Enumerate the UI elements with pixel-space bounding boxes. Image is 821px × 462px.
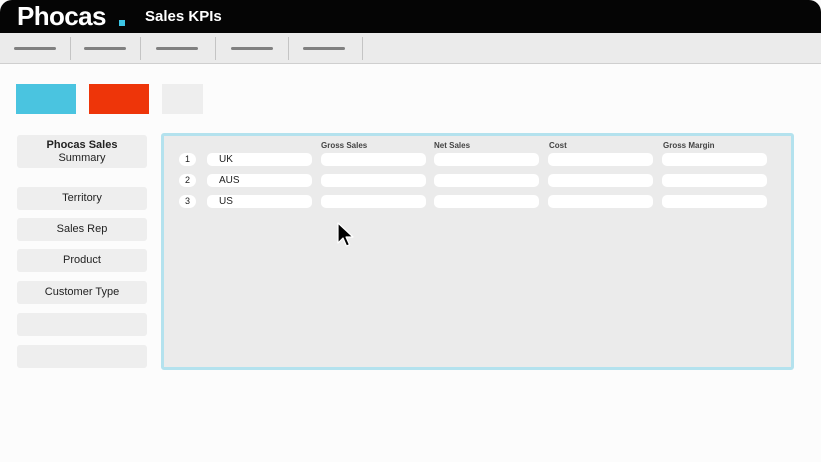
table-cell[interactable] bbox=[321, 195, 426, 208]
menu-item-5[interactable] bbox=[289, 37, 363, 60]
table-cell[interactable] bbox=[662, 195, 767, 208]
table-cell[interactable] bbox=[662, 153, 767, 166]
menu-placeholder-line bbox=[84, 47, 126, 50]
sidebar-item-sales-summary[interactable]: Phocas Sales Summary bbox=[17, 135, 147, 168]
sidebar-item-empty[interactable] bbox=[17, 345, 147, 368]
data-grid-panel bbox=[161, 133, 794, 370]
phocas-logo[interactable]: Phocas bbox=[17, 1, 106, 31]
table-cell[interactable] bbox=[321, 153, 426, 166]
menu-item-4[interactable] bbox=[216, 37, 289, 60]
column-header: Net Sales bbox=[434, 141, 471, 150]
mouse-pointer-icon bbox=[337, 222, 354, 247]
table-cell[interactable] bbox=[548, 153, 653, 166]
table-cell[interactable] bbox=[548, 174, 653, 187]
logo-dot-icon bbox=[119, 20, 125, 26]
menu-placeholder-line bbox=[231, 47, 273, 50]
menu-item-2[interactable] bbox=[71, 37, 141, 60]
row-label[interactable]: UK bbox=[207, 153, 312, 166]
column-header: Gross Margin bbox=[663, 141, 715, 150]
kpi-tile-red[interactable] bbox=[89, 84, 149, 114]
top-bar: Phocas Sales KPIs bbox=[0, 0, 821, 33]
menu-item-1[interactable] bbox=[0, 37, 71, 60]
sidebar-item-sublabel: Summary bbox=[58, 152, 106, 164]
row-number: 3 bbox=[179, 195, 196, 208]
row-number: 1 bbox=[179, 153, 196, 166]
menu-placeholder-line bbox=[14, 47, 56, 50]
column-header: Cost bbox=[549, 141, 567, 150]
row-label[interactable]: AUS bbox=[207, 174, 312, 187]
sidebar-item-sales-rep[interactable]: Sales Rep bbox=[17, 218, 147, 241]
sidebar-item-territory[interactable]: Territory bbox=[17, 187, 147, 210]
sidebar-item-empty[interactable] bbox=[17, 313, 147, 336]
menu-placeholder-line bbox=[156, 47, 198, 50]
kpi-tile-blue[interactable] bbox=[16, 84, 76, 114]
sidebar-item-label: Phocas Sales bbox=[46, 139, 118, 151]
table-cell[interactable] bbox=[434, 174, 539, 187]
sidebar-item-customer-type[interactable]: Customer Type bbox=[17, 281, 147, 304]
column-header: Gross Sales bbox=[321, 141, 368, 150]
table-cell[interactable] bbox=[434, 195, 539, 208]
page-title: Sales KPIs bbox=[145, 8, 222, 25]
table-cell[interactable] bbox=[321, 174, 426, 187]
kpi-tile-grey[interactable] bbox=[162, 84, 203, 114]
table-cell[interactable] bbox=[548, 195, 653, 208]
menu-placeholder-line bbox=[303, 47, 345, 50]
row-number: 2 bbox=[179, 174, 196, 187]
menu-bar bbox=[0, 33, 821, 64]
table-cell[interactable] bbox=[434, 153, 539, 166]
menu-item-3[interactable] bbox=[141, 37, 216, 60]
sidebar-item-product[interactable]: Product bbox=[17, 249, 147, 272]
table-cell[interactable] bbox=[662, 174, 767, 187]
row-label[interactable]: US bbox=[207, 195, 312, 208]
